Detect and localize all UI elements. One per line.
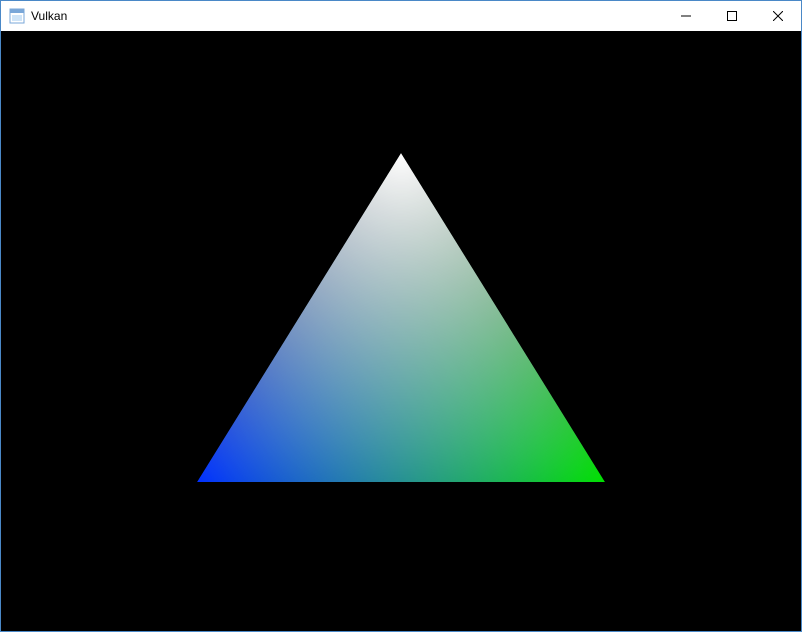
titlebar[interactable]: Vulkan xyxy=(1,1,801,31)
maximize-button[interactable] xyxy=(709,1,755,31)
minimize-button[interactable] xyxy=(663,1,709,31)
window-controls xyxy=(663,1,801,31)
close-icon xyxy=(773,11,783,21)
close-button[interactable] xyxy=(755,1,801,31)
minimize-icon xyxy=(681,11,691,21)
rendered-triangle xyxy=(1,31,801,631)
window-title: Vulkan xyxy=(31,9,67,23)
maximize-icon xyxy=(727,11,737,21)
app-icon xyxy=(9,8,25,24)
render-surface xyxy=(1,31,801,631)
